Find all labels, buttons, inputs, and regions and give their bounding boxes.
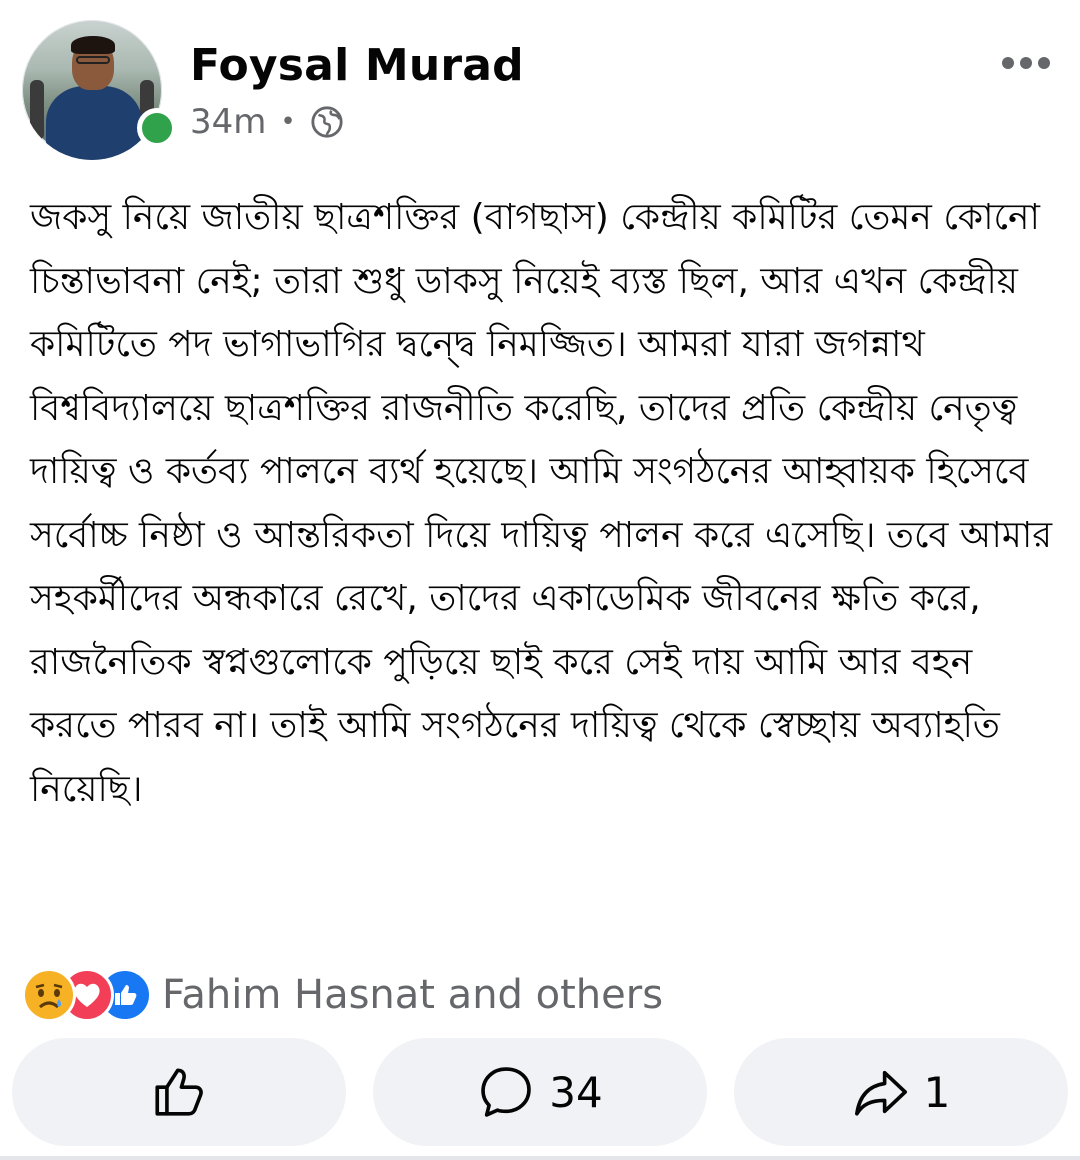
dot <box>1038 57 1050 69</box>
online-status-indicator <box>137 108 177 148</box>
sad-icon <box>22 968 76 1022</box>
post-header: Foysal Murad 34m • <box>0 0 1080 170</box>
divider <box>0 1156 1080 1160</box>
author-name[interactable]: Foysal Murad <box>190 40 524 91</box>
avatar-body <box>46 86 142 160</box>
comment-count: 34 <box>549 1067 603 1117</box>
avatar-background-figure <box>30 80 44 140</box>
post-meta: 34m • <box>190 100 344 144</box>
comment-button[interactable]: 34 <box>373 1038 707 1146</box>
meta-separator: • <box>280 107 296 137</box>
globe-icon[interactable] <box>310 105 344 139</box>
post-actions: 34 1 <box>12 1038 1068 1148</box>
like-button[interactable] <box>12 1038 346 1146</box>
share-icon <box>854 1070 907 1116</box>
thumbs-up-icon <box>155 1068 203 1116</box>
comment-icon <box>481 1067 532 1117</box>
avatar-glasses <box>76 56 110 64</box>
dot <box>1002 57 1014 69</box>
reactions-summary-text[interactable]: Fahim Hasnat and others <box>162 972 663 1018</box>
share-count: 1 <box>923 1067 951 1117</box>
more-dots-icon[interactable] <box>1002 50 1062 76</box>
share-button[interactable]: 1 <box>734 1038 1068 1146</box>
post-time[interactable]: 34m <box>190 102 266 142</box>
avatar-hair <box>71 36 115 54</box>
dot <box>1020 57 1032 69</box>
reactions-summary[interactable]: Fahim Hasnat and others <box>22 968 663 1022</box>
post-text: জকসু নিয়ে জাতীয় ছাত্রশক্তির (বাগছাস) ক… <box>30 197 1064 810</box>
